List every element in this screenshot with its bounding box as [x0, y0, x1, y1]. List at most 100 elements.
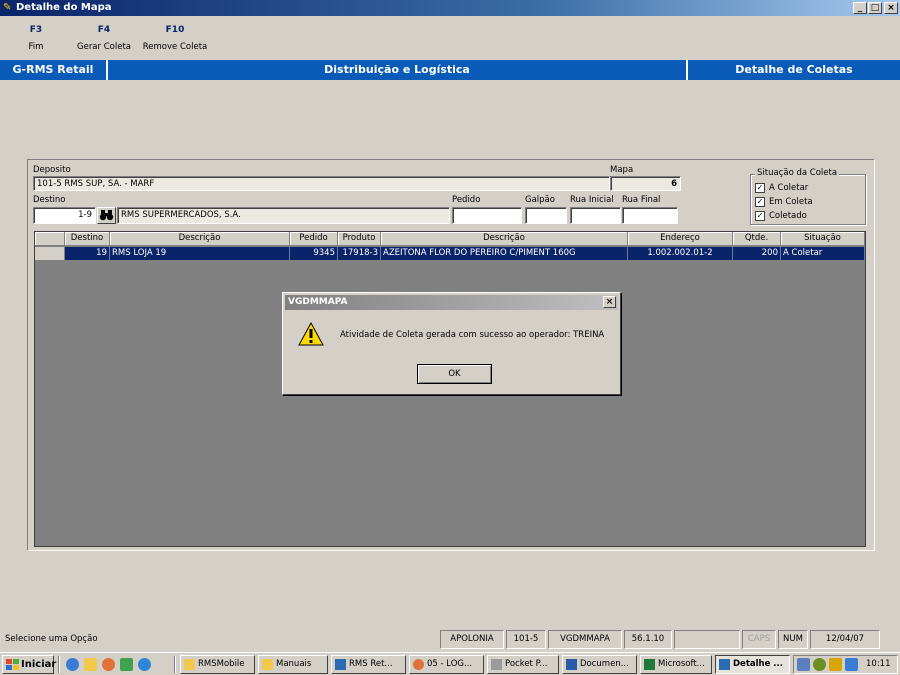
- situacao-title: Situação da Coleta: [755, 168, 840, 178]
- cell-pedido[interactable]: 9345: [290, 247, 338, 260]
- search-binoculars-button[interactable]: [97, 207, 116, 224]
- browser-quicklaunch-icon[interactable]: [66, 658, 79, 671]
- taskbar-button-manuais[interactable]: Manuais: [258, 655, 328, 674]
- dialog-message: Atividade de Coleta gerada com sucesso a…: [340, 330, 605, 340]
- rua-inicial-field[interactable]: [570, 207, 621, 224]
- taskbar-separator: [58, 656, 60, 673]
- pocket-icon: [491, 659, 502, 670]
- taskbar-button-label: Documen...: [580, 659, 629, 669]
- close-button[interactable]: ×: [884, 2, 898, 14]
- taskbar: Iniciar RMSMobile Manuais RMS Ret... 05 …: [0, 652, 900, 675]
- folder-icon: [184, 659, 195, 670]
- status-version: 56.1.10: [624, 630, 672, 649]
- status-bar: Selecione uma Opção APOLONIA 101-5 VGDMM…: [0, 630, 900, 649]
- rms-icon: [719, 659, 730, 670]
- taskbar-separator: [174, 656, 176, 673]
- message-dialog: VGDMMAPA × Atividade de Coleta gerada co…: [282, 292, 621, 395]
- taskbar-button-rms-retail[interactable]: RMS Ret...: [331, 655, 406, 674]
- taskbar-button-label: Manuais: [276, 659, 312, 669]
- fkey-f3-label[interactable]: Fim: [16, 42, 56, 52]
- start-label: Iniciar: [21, 659, 57, 670]
- mapa-field[interactable]: 6: [610, 176, 681, 191]
- destino-label: Destino: [33, 195, 66, 205]
- network-tray-icon[interactable]: [797, 658, 810, 671]
- deposito-field[interactable]: 101-5 RMS SUP, SA. - MARF: [33, 176, 610, 191]
- dialog-close-button[interactable]: ×: [603, 296, 616, 308]
- taskbar-button-label: RMS Ret...: [349, 659, 393, 669]
- mapa-label: Mapa: [610, 165, 634, 175]
- dialog-title: VGDMMAPA: [288, 297, 348, 307]
- ie-quicklaunch-icon[interactable]: [138, 658, 151, 671]
- taskbar-button-label: Microsoft...: [658, 659, 705, 669]
- fkey-f3[interactable]: F3: [24, 25, 48, 35]
- rms-icon: [335, 659, 346, 670]
- taskbar-button-documento[interactable]: Documen...: [562, 655, 637, 674]
- checkbox-a-coletar-label: A Coletar: [769, 183, 809, 193]
- checkbox-a-coletar[interactable]: ✓: [755, 183, 765, 193]
- network-quicklaunch-icon[interactable]: [120, 658, 133, 671]
- checkbox-em-coleta-label: Em Coleta: [769, 197, 813, 207]
- window-title: Detalhe do Mapa: [16, 2, 112, 13]
- pedido-field[interactable]: [452, 207, 522, 224]
- app-quicklaunch-icon[interactable]: [102, 658, 115, 671]
- grid-header-destino[interactable]: Destino: [65, 232, 110, 246]
- binoculars-icon: [99, 210, 114, 221]
- fkey-f4-label[interactable]: Gerar Coleta: [72, 42, 136, 52]
- fkey-f4[interactable]: F4: [92, 25, 116, 35]
- cell-endereco[interactable]: 1.002.002.01-2: [628, 247, 733, 260]
- rua-inicial-label: Rua Inicial: [570, 195, 614, 205]
- ok-button[interactable]: OK: [417, 364, 492, 384]
- taskbar-button-05-log[interactable]: 05 - LOG...: [409, 655, 484, 674]
- clock[interactable]: 10:11: [866, 656, 891, 673]
- destino-name-field[interactable]: RMS SUPERMERCADOS, S.A.: [117, 207, 450, 224]
- taskbar-button-rmsmobile[interactable]: RMSMobile: [180, 655, 255, 674]
- status-blank: [674, 630, 740, 649]
- module-name: Distribuição e Logística: [324, 63, 470, 76]
- taskbar-button-label: RMSMobile: [198, 659, 245, 669]
- minimize-button[interactable]: _: [853, 2, 867, 14]
- windows-flag-icon: [6, 659, 19, 670]
- warning-icon: [298, 322, 324, 346]
- grid-header-situacao[interactable]: Situação: [781, 232, 865, 246]
- start-button[interactable]: Iniciar: [2, 655, 57, 674]
- cell-produto[interactable]: 17918-3: [338, 247, 381, 260]
- cell-situacao[interactable]: A Coletar: [781, 247, 865, 260]
- cell-qtde[interactable]: 200: [733, 247, 781, 260]
- destino-code-field[interactable]: 1-9: [33, 207, 96, 224]
- status-caps: CAPS: [742, 630, 776, 649]
- cell-destino[interactable]: 19: [65, 247, 110, 260]
- galpao-field[interactable]: [525, 207, 567, 224]
- messenger-tray-icon[interactable]: [829, 658, 842, 671]
- cell-produto-descricao[interactable]: AZEITONA FLOR DO PEREIRO C/PIMENT 160G: [381, 247, 628, 260]
- row-selector[interactable]: [35, 247, 65, 260]
- folder-icon: [262, 659, 273, 670]
- taskbar-button-detalhe[interactable]: Detalhe ...: [715, 655, 790, 674]
- checkbox-em-coleta[interactable]: ✓: [755, 197, 765, 207]
- taskbar-button-microsoft[interactable]: Microsoft...: [640, 655, 712, 674]
- app-name: G-RMS Retail: [12, 63, 94, 76]
- fkey-f10[interactable]: F10: [160, 25, 190, 35]
- grid-header-produto-descricao[interactable]: Descrição: [381, 232, 628, 246]
- checkbox-coletado[interactable]: ✓: [755, 211, 765, 221]
- antivirus-tray-icon[interactable]: [813, 658, 826, 671]
- app-icon: ✎: [3, 2, 12, 13]
- calendar-tray-icon[interactable]: [845, 658, 858, 671]
- grid-header-descricao[interactable]: Descrição: [110, 232, 290, 246]
- screen-name: Detalhe de Coletas: [735, 63, 853, 76]
- module-header: G-RMS Retail Distribuição e Logística De…: [0, 60, 900, 80]
- dialog-title-bar[interactable]: VGDMMAPA ×: [285, 295, 618, 310]
- grid-header-qtde[interactable]: Qtde.: [733, 232, 781, 246]
- taskbar-button-pocket[interactable]: Pocket P...: [487, 655, 559, 674]
- rua-final-label: Rua Final: [622, 195, 661, 205]
- rua-final-field[interactable]: [622, 207, 678, 224]
- fkey-f10-label[interactable]: Remove Coleta: [140, 42, 210, 52]
- grid-header-produto[interactable]: Produto: [338, 232, 381, 246]
- grid-header-corner: [35, 232, 65, 246]
- status-deposito: 101-5: [506, 630, 546, 649]
- cell-descricao[interactable]: RMS LOJA 19: [110, 247, 290, 260]
- maximize-button[interactable]: □: [868, 2, 882, 14]
- grid-header-endereco[interactable]: Endereço: [628, 232, 733, 246]
- window-title-bar[interactable]: ✎ Detalhe do Mapa _ □ ×: [0, 0, 900, 16]
- folder-quicklaunch-icon[interactable]: [84, 658, 97, 671]
- grid-header-pedido[interactable]: Pedido: [290, 232, 338, 246]
